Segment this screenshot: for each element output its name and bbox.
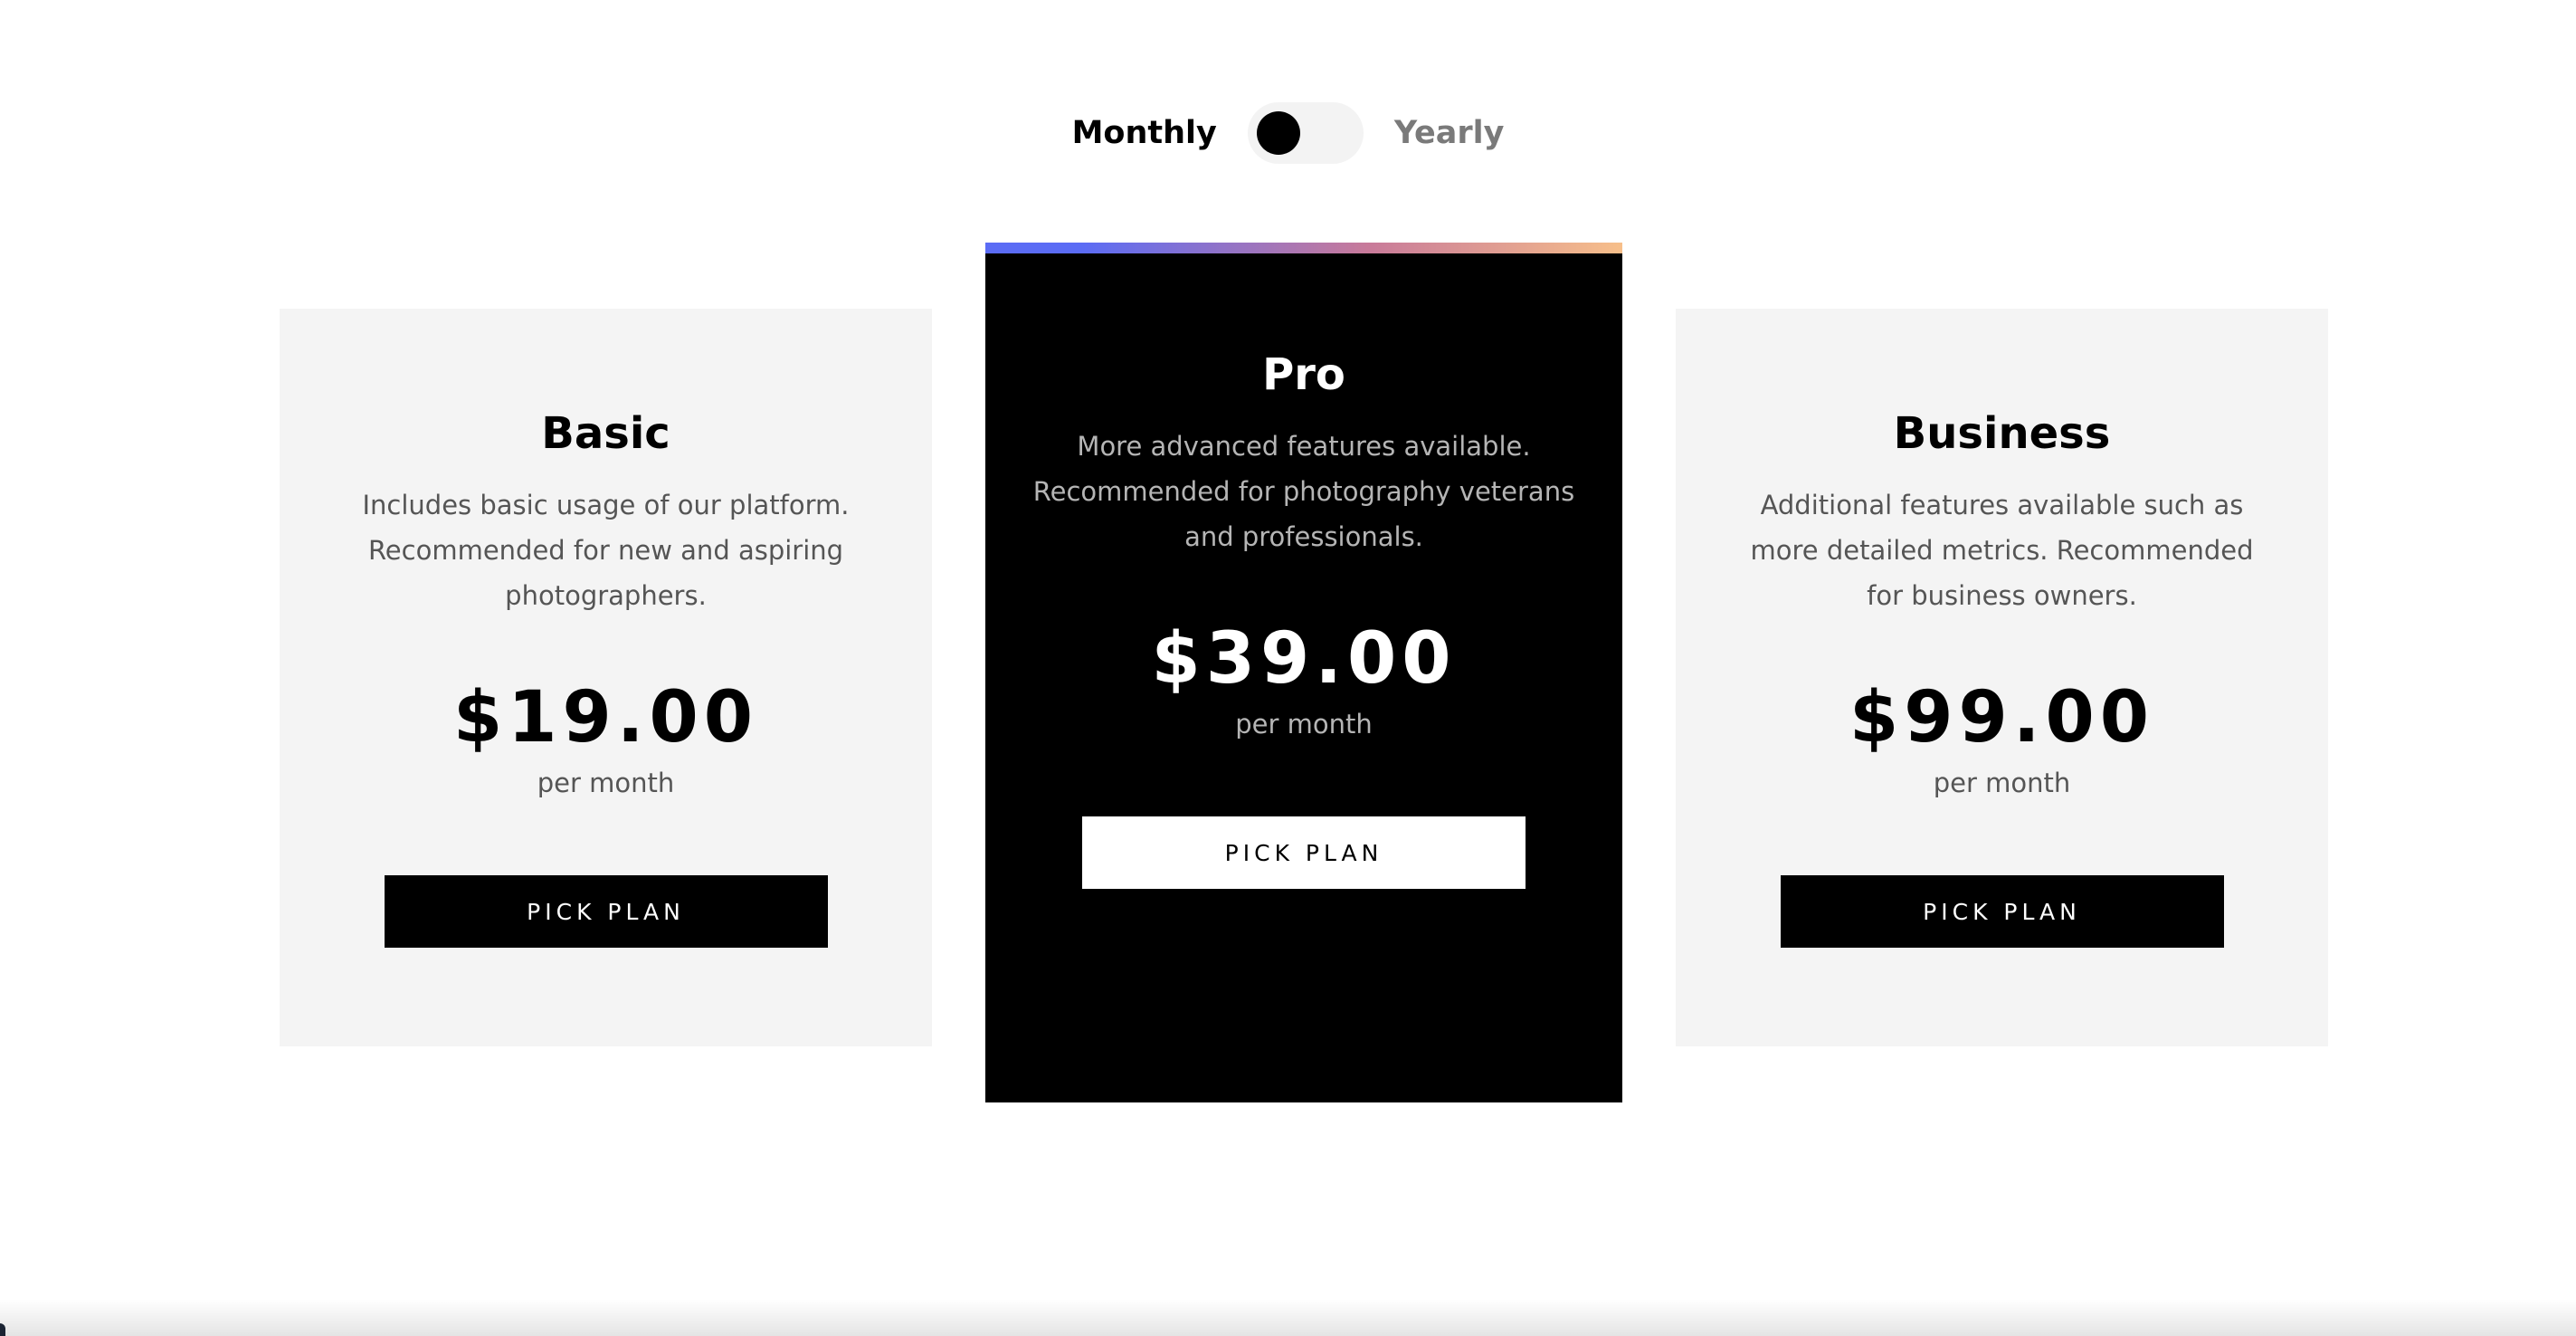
- pick-plan-button-business[interactable]: PICK PLAN: [1780, 875, 2224, 948]
- plan-card-basic: Basic Includes basic usage of our platfo…: [280, 309, 932, 1046]
- bottom-shadow: [0, 1300, 2576, 1336]
- plan-card-business: Business Additional features available s…: [1676, 309, 2328, 1046]
- plan-name: Business: [1893, 408, 2111, 459]
- billing-toggle: Monthly Yearly: [0, 101, 2576, 165]
- plan-description: Includes basic usage of our platform. Re…: [362, 490, 850, 611]
- billing-switch-knob: [1256, 111, 1300, 155]
- plan-price: $19.00: [453, 677, 758, 759]
- plan-description: Additional features available such as mo…: [1750, 490, 2254, 611]
- plan-period: per month: [537, 768, 675, 798]
- plan-period: per month: [1235, 709, 1373, 740]
- plan-card-pro: Pro More advanced features available. Re…: [985, 243, 1622, 1102]
- pick-plan-button-basic[interactable]: PICK PLAN: [384, 875, 828, 948]
- billing-switch[interactable]: [1247, 102, 1364, 164]
- corner-mark: [0, 1323, 5, 1336]
- yearly-label[interactable]: Yearly: [1394, 101, 1505, 165]
- featured-accent-bar: [985, 243, 1622, 253]
- plan-description: More advanced features available. Recomm…: [1032, 431, 1575, 552]
- plan-name: Basic: [541, 408, 670, 459]
- monthly-label[interactable]: Monthly: [1072, 101, 1217, 165]
- pricing-page: Monthly Yearly Basic Includes basic usag…: [0, 0, 2576, 1336]
- plan-period: per month: [1933, 768, 2071, 798]
- plan-price: $39.00: [1151, 618, 1457, 700]
- plan-price: $99.00: [1849, 677, 2154, 759]
- plan-name: Pro: [1262, 349, 1345, 400]
- pick-plan-button-pro[interactable]: PICK PLAN: [1082, 816, 1526, 889]
